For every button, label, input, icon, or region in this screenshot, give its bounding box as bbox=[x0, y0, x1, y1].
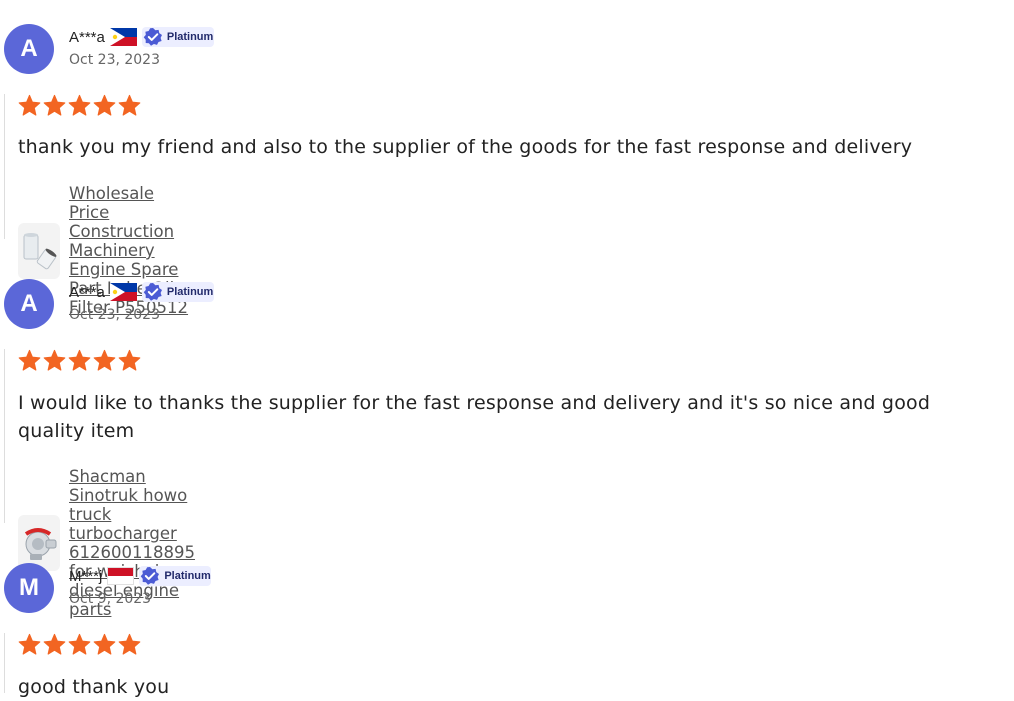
avatar: A bbox=[4, 279, 54, 329]
philippines-flag-icon bbox=[109, 28, 137, 46]
platinum-badge: Platinum bbox=[141, 282, 214, 302]
reviewer-info: M***j Platinum bbox=[69, 566, 212, 586]
star-rating bbox=[18, 349, 141, 372]
star-icon bbox=[18, 633, 41, 655]
star-icon bbox=[43, 349, 66, 371]
star-icon bbox=[118, 349, 141, 371]
star-icon bbox=[68, 94, 91, 116]
review-date: Oct 23, 2023 bbox=[69, 52, 160, 68]
star-icon bbox=[93, 349, 116, 371]
star-icon bbox=[118, 633, 141, 655]
philippines-flag-icon bbox=[109, 283, 137, 301]
star-icon bbox=[93, 633, 116, 655]
star-rating bbox=[18, 94, 141, 117]
star-icon bbox=[18, 349, 41, 371]
star-icon bbox=[68, 349, 91, 371]
indonesia-flag-icon bbox=[107, 567, 135, 585]
avatar: M bbox=[4, 563, 54, 613]
avatar: A bbox=[4, 24, 54, 74]
star-icon bbox=[43, 633, 66, 655]
review-body: good thank you bbox=[4, 633, 169, 698]
review-comment: good thank you bbox=[18, 676, 170, 698]
star-rating bbox=[18, 633, 141, 656]
review-comment: I would like to thanks the supplier for … bbox=[18, 392, 931, 442]
reviewer-name: A***a bbox=[69, 283, 105, 301]
badge-label: Platinum bbox=[166, 286, 214, 298]
badge-label: Platinum bbox=[166, 31, 214, 43]
review-date: Oct 23, 2023 bbox=[69, 307, 160, 323]
review-body: thank you my friend and also to the supp… bbox=[4, 94, 912, 317]
platinum-badge: Platinum bbox=[141, 27, 214, 47]
review-date: Oct 9, 2023 bbox=[69, 591, 152, 607]
reviewer-info: A***a Platinum bbox=[69, 27, 214, 47]
verified-check-icon bbox=[143, 283, 162, 301]
star-icon bbox=[68, 633, 91, 655]
reviewer-name: M***j bbox=[69, 567, 103, 585]
star-icon bbox=[43, 94, 66, 116]
star-icon bbox=[118, 94, 141, 116]
star-icon bbox=[18, 94, 41, 116]
review-comment: thank you my friend and also to the supp… bbox=[18, 136, 913, 158]
platinum-badge: Platinum bbox=[139, 566, 212, 586]
reviewer-name: A***a bbox=[69, 28, 105, 46]
review-body: I would like to thanks the supplier for … bbox=[4, 349, 930, 619]
oil-filter-thumbnail[interactable] bbox=[18, 222, 60, 279]
verified-check-icon bbox=[143, 28, 162, 46]
star-icon bbox=[93, 94, 116, 116]
badge-label: Platinum bbox=[164, 570, 211, 582]
verified-check-icon bbox=[141, 567, 160, 585]
reviewer-info: A***a Platinum bbox=[69, 282, 214, 302]
